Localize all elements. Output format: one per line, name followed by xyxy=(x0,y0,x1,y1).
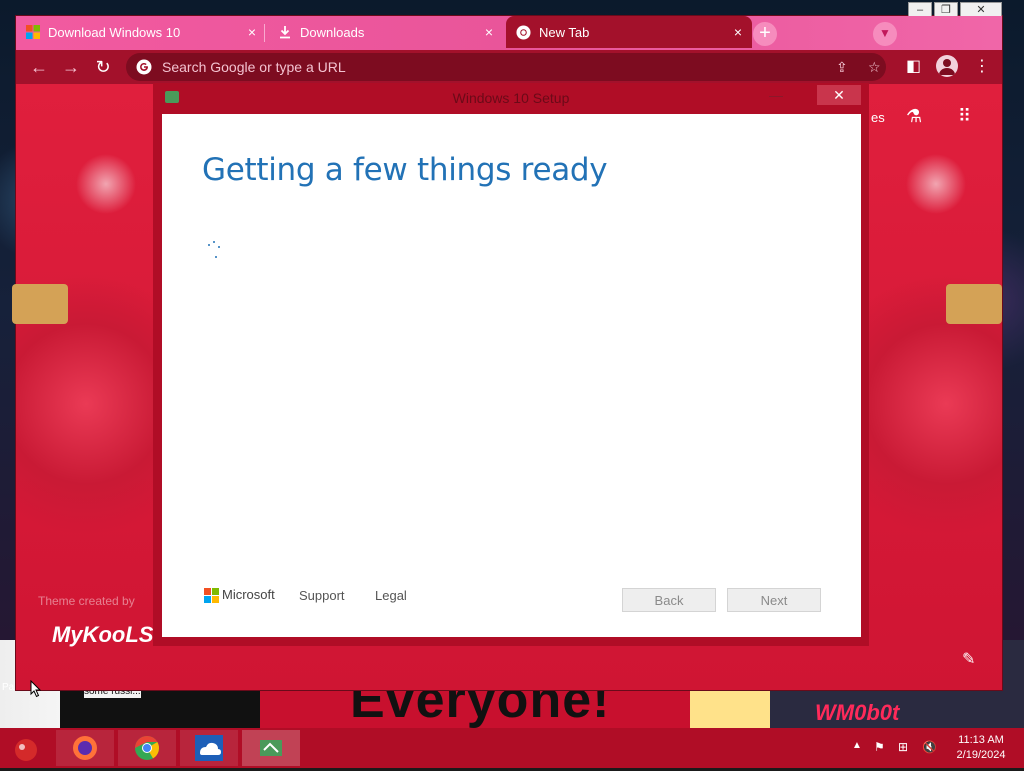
action-center-flag-icon[interactable]: ⚑ xyxy=(874,740,885,754)
start-orb-icon xyxy=(15,739,37,761)
onedrive-icon xyxy=(195,735,223,761)
taskbar: ▲ ⚑ ⊞ 🔇 11:13 AM 2/19/2024 xyxy=(0,728,1024,768)
bookmark-star-icon[interactable]: ☆ xyxy=(868,59,881,76)
new-tab-button[interactable]: + xyxy=(753,22,777,46)
taskbar-onedrive[interactable] xyxy=(180,730,238,766)
side-panel-icon[interactable]: ◧ xyxy=(906,56,921,76)
volume-muted-icon[interactable]: 🔇 xyxy=(922,740,937,754)
more-menu-icon[interactable]: ⋮ xyxy=(974,56,990,76)
tab-downloads[interactable]: Downloads × xyxy=(278,16,503,48)
tab-title: New Tab xyxy=(539,24,590,40)
google-g-icon xyxy=(136,59,152,75)
theme-brand[interactable]: MyKooLS xyxy=(52,622,153,648)
reload-icon[interactable]: ↻ xyxy=(92,56,114,78)
setup-minimize-button[interactable]: — xyxy=(769,87,783,103)
google-apps-icon[interactable]: ⠿ xyxy=(958,106,971,127)
chevron-down-icon: ▼ xyxy=(879,26,891,40)
forward-arrow-icon[interactable]: → xyxy=(60,56,82,78)
tab-download-windows[interactable]: Download Windows 10 × xyxy=(26,16,266,48)
tab-close-icon[interactable]: × xyxy=(485,24,493,40)
browser-toolbar: ← → ↻ ⇪ ☆ ◧ ⋮ xyxy=(16,50,1002,84)
labs-flask-icon[interactable]: ⚗ xyxy=(906,106,922,127)
tab-separator xyxy=(264,24,265,42)
back-arrow-icon[interactable]: ← xyxy=(28,56,50,78)
customize-pencil-icon[interactable]: ✎ xyxy=(962,649,975,669)
setup-close-button[interactable]: ✕ xyxy=(817,85,861,105)
ornament-cap-left xyxy=(12,284,68,324)
share-icon[interactable]: ⇪ xyxy=(836,59,848,76)
desktop-watermark: WM0b0t xyxy=(815,700,900,725)
person-icon xyxy=(939,59,955,75)
tab-search-button[interactable]: ▼ xyxy=(873,22,897,46)
download-icon xyxy=(280,26,290,39)
profile-avatar[interactable] xyxy=(936,55,958,77)
windows-setup-icon xyxy=(260,740,282,756)
ornament-cap-right xyxy=(946,284,1002,324)
next-button[interactable]: Next xyxy=(727,588,821,612)
clock-time: 11:13 AM xyxy=(958,734,1004,746)
chrome-icon xyxy=(135,736,160,760)
tab-title: Download Windows 10 xyxy=(48,24,181,40)
system-clock[interactable]: 11:13 AM 2/19/2024 xyxy=(946,733,1016,763)
setup-heading: Getting a few things ready xyxy=(202,152,608,188)
setup-window-title: Windows 10 Setup xyxy=(452,90,570,106)
setup-titlebar: Windows 10 Setup — ✕ xyxy=(153,83,869,113)
clock-date: 2/19/2024 xyxy=(956,749,1006,761)
firefox-icon xyxy=(73,736,97,760)
legal-link[interactable]: Legal xyxy=(375,588,407,603)
taskbar-windows-setup[interactable] xyxy=(242,730,300,766)
tab-strip: Download Windows 10 × Downloads × New Ta… xyxy=(16,16,1002,50)
microsoft-logo: Microsoft xyxy=(204,587,275,603)
start-button[interactable] xyxy=(0,730,52,766)
windows-setup-dialog: Windows 10 Setup — ✕ Getting a few thing… xyxy=(153,83,869,646)
windows-logo-icon xyxy=(26,25,40,39)
tab-close-icon[interactable]: × xyxy=(248,24,256,40)
loading-spinner-icon xyxy=(205,240,225,264)
omnibox-input[interactable] xyxy=(160,58,804,76)
chrome-icon xyxy=(516,24,531,40)
microsoft-wordmark: Microsoft xyxy=(222,587,275,602)
tab-new-tab[interactable]: New Tab × xyxy=(506,16,752,48)
setup-content: Getting a few things ready Microsoft Sup… xyxy=(162,114,861,637)
ntp-link-fragment[interactable]: es xyxy=(871,110,885,125)
microsoft-grid-icon xyxy=(204,587,219,603)
tab-close-icon[interactable]: × xyxy=(734,24,742,40)
address-bar[interactable]: ⇪ ☆ xyxy=(126,53,886,81)
network-icon[interactable]: ⊞ xyxy=(898,740,908,754)
desktop-icon-label[interactable]: Pa xyxy=(2,682,14,693)
support-link[interactable]: Support xyxy=(299,588,345,603)
back-button[interactable]: Back xyxy=(622,588,716,612)
tab-title: Downloads xyxy=(300,24,365,40)
taskbar-firefox[interactable] xyxy=(56,730,114,766)
tray-overflow-icon[interactable]: ▲ xyxy=(852,740,862,751)
theme-credit[interactable]: Theme created by xyxy=(38,594,135,608)
taskbar-chrome[interactable] xyxy=(118,730,176,766)
